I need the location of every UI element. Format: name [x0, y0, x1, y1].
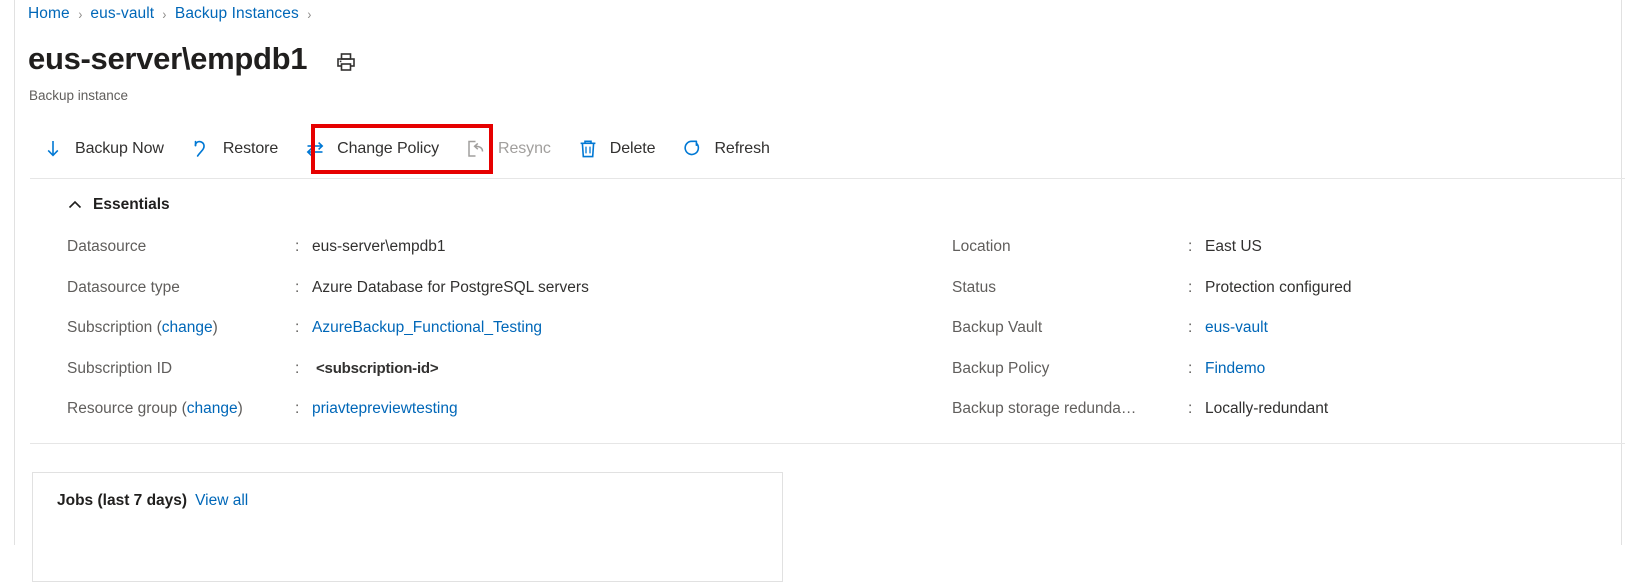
essentials-value-backup-vault[interactable]: eus-vault [1205, 319, 1268, 337]
print-button[interactable] [333, 49, 359, 75]
backup-now-button[interactable]: Backup Now [29, 126, 177, 172]
refresh-icon [681, 138, 703, 160]
essentials-row-resource-group: Resource group (change) : priavtepreview… [67, 400, 827, 441]
backup-now-label: Backup Now [75, 140, 164, 158]
divider-bottom [30, 443, 1625, 444]
essentials-key: Datasource type [67, 279, 295, 297]
essentials-value-datasource-type: Azure Database for PostgreSQL servers [312, 279, 589, 297]
refresh-label: Refresh [714, 140, 769, 158]
essentials-key: Location [952, 238, 1188, 256]
essentials-value-location: East US [1205, 238, 1262, 256]
resync-label: Resync [498, 140, 551, 158]
essentials-row-datasource: Datasource : eus-server\empdb1 [67, 238, 827, 279]
breadcrumb-item-home[interactable]: Home [28, 5, 70, 23]
jobs-card-header: Jobs (last 7 days) View all [57, 492, 248, 510]
essentials-colon: : [295, 238, 312, 256]
printer-icon [334, 50, 358, 74]
restore-button[interactable]: Restore [177, 126, 291, 172]
essentials-column-left: Datasource : eus-server\empdb1 Datasourc… [67, 238, 827, 441]
trash-icon [577, 138, 599, 160]
command-bar: Backup Now Restore Change Policy [29, 126, 783, 172]
essentials-colon: : [295, 360, 312, 378]
essentials-value-datasource: eus-server\empdb1 [312, 238, 446, 256]
title-row: eus-server\empdb1 [28, 40, 359, 78]
essentials-row-location: Location : East US [952, 238, 1587, 279]
undo-arrow-icon [190, 138, 212, 160]
essentials-key: Backup Vault [952, 319, 1188, 337]
change-policy-button[interactable]: Change Policy [291, 126, 452, 172]
essentials-key-label: Subscription [67, 319, 152, 336]
essentials-key: Resource group (change) [67, 400, 295, 418]
essentials-value-backup-policy[interactable]: Findemo [1205, 360, 1265, 378]
essentials-value-backup-storage-redundancy: Locally-redundant [1205, 400, 1328, 418]
essentials-key: Status [952, 279, 1188, 297]
essentials-row-backup-vault: Backup Vault : eus-vault [952, 319, 1587, 360]
essentials-row-status: Status : Protection configured [952, 279, 1587, 320]
breadcrumb-chevron-icon: › [78, 6, 82, 22]
essentials-colon: : [295, 319, 312, 337]
essentials-colon: : [1188, 279, 1205, 297]
page-subtitle: Backup instance [29, 88, 128, 103]
chevron-up-icon [67, 197, 83, 213]
essentials-key: Subscription ID [67, 360, 295, 378]
swap-arrows-icon [304, 138, 326, 160]
resync-button: Resync [452, 126, 564, 172]
resync-icon [465, 138, 487, 160]
delete-label: Delete [610, 140, 656, 158]
essentials-key-label: Resource group [67, 400, 177, 417]
essentials-key: Subscription (change) [67, 319, 295, 337]
essentials-key: Datasource [67, 238, 295, 256]
breadcrumb-chevron-icon: › [163, 6, 167, 22]
essentials-key: Backup Policy [952, 360, 1188, 378]
restore-label: Restore [223, 140, 278, 158]
resource-group-change-link[interactable]: change [187, 400, 238, 417]
essentials-value-resource-group[interactable]: priavtepreviewtesting [312, 400, 458, 418]
delete-button[interactable]: Delete [564, 126, 669, 172]
essentials-grid: Datasource : eus-server\empdb1 Datasourc… [67, 238, 1587, 441]
essentials-row-backup-policy: Backup Policy : Findemo [952, 360, 1587, 401]
blade-container: Home › eus-vault › Backup Instances › eu… [14, 0, 1622, 545]
breadcrumb-chevron-icon: › [307, 6, 311, 22]
essentials-toggle[interactable]: Essentials [67, 196, 170, 214]
refresh-button[interactable]: Refresh [668, 126, 782, 172]
jobs-view-all-link[interactable]: View all [195, 492, 248, 510]
change-policy-label: Change Policy [337, 140, 439, 158]
divider-top [30, 178, 1625, 179]
breadcrumb: Home › eus-vault › Backup Instances › [28, 5, 320, 23]
essentials-row-datasource-type: Datasource type : Azure Database for Pos… [67, 279, 827, 320]
subscription-change-link[interactable]: change [162, 319, 213, 336]
essentials-colon: : [1188, 400, 1205, 418]
essentials-column-right: Location : East US Status : Protection c… [827, 238, 1587, 441]
essentials-row-subscription: Subscription (change) : AzureBackup_Func… [67, 319, 827, 360]
page-title: eus-server\empdb1 [28, 40, 307, 78]
essentials-row-backup-storage-redundancy: Backup storage redunda… : Locally-redund… [952, 400, 1587, 441]
essentials-colon: : [1188, 319, 1205, 337]
jobs-card: Jobs (last 7 days) View all [32, 472, 783, 582]
jobs-card-title: Jobs (last 7 days) [57, 492, 187, 510]
essentials-colon: : [295, 400, 312, 418]
breadcrumb-item-backup-instances[interactable]: Backup Instances [175, 5, 299, 23]
essentials-colon: : [1188, 238, 1205, 256]
essentials-colon: : [295, 279, 312, 297]
download-arrow-icon [42, 138, 64, 160]
essentials-key: Backup storage redunda… [952, 400, 1188, 418]
essentials-value-status: Protection configured [1205, 279, 1351, 297]
essentials-row-subscription-id: Subscription ID : <subscription-id> [67, 360, 827, 401]
essentials-colon: : [1188, 360, 1205, 378]
breadcrumb-item-eus-vault[interactable]: eus-vault [90, 5, 154, 23]
essentials-heading: Essentials [93, 196, 170, 214]
essentials-value-subscription[interactable]: AzureBackup_Functional_Testing [312, 319, 542, 337]
essentials-value-subscription-id: <subscription-id> [312, 360, 438, 377]
